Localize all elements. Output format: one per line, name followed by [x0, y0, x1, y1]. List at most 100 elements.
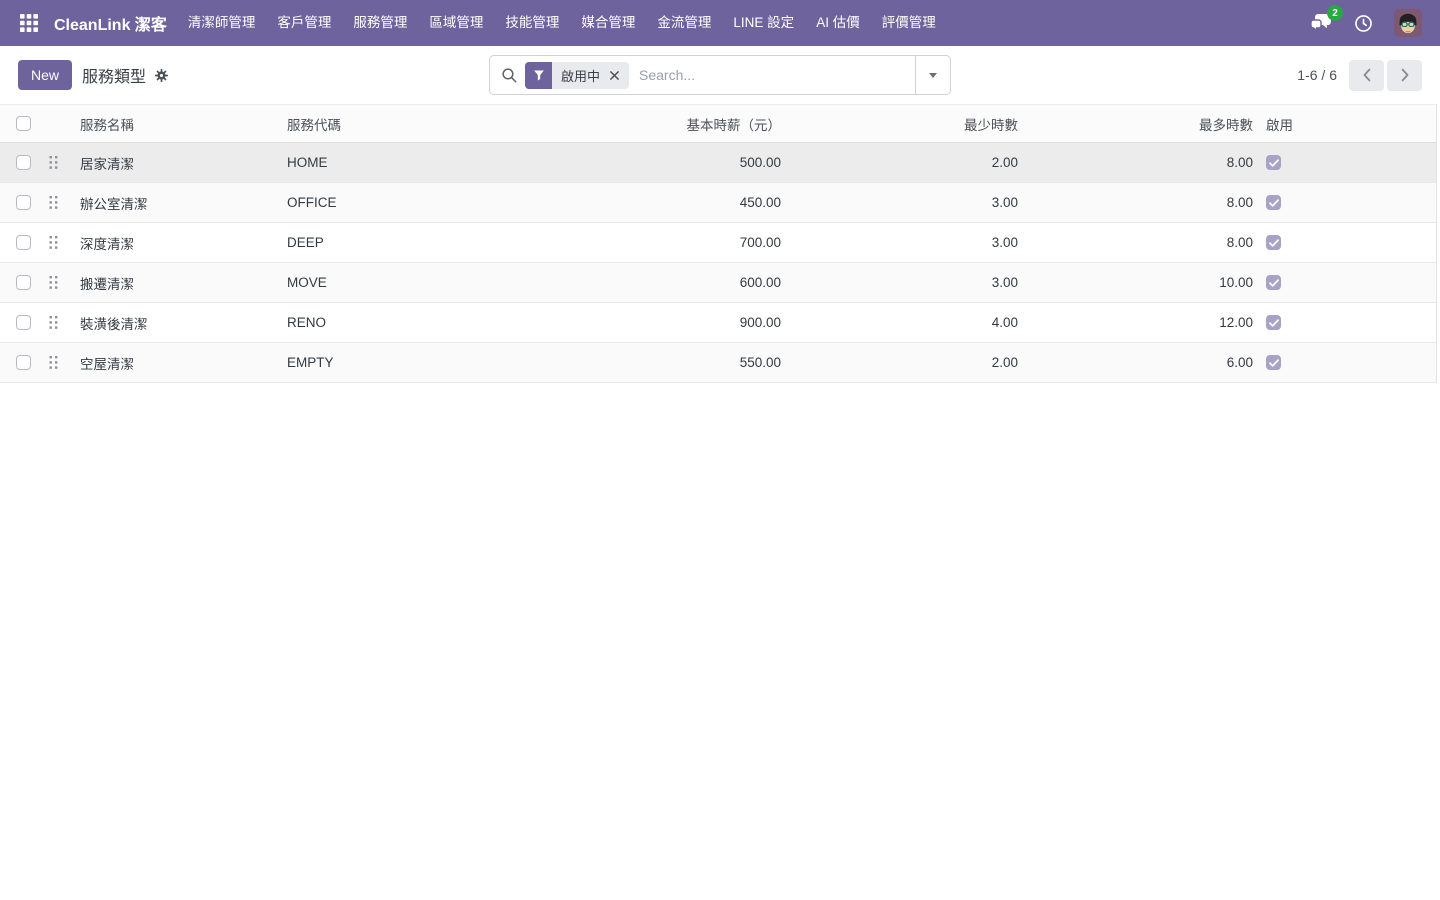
column-header-service-name[interactable]: 服務名稱	[76, 114, 283, 134]
facet-remove-icon[interactable]	[607, 62, 629, 89]
check-icon	[1269, 319, 1279, 327]
base-rate-cell: 500.00	[683, 155, 791, 170]
service-name-cell: 空屋清潔	[76, 353, 283, 373]
pager-range: 1-6 / 6	[1297, 67, 1337, 83]
row-checkbox[interactable]	[16, 315, 31, 330]
active-checkbox[interactable]	[1266, 235, 1281, 250]
table-row[interactable]: 空屋清潔 EMPTY 550.00 2.00 6.00	[0, 343, 1436, 383]
drag-handle-icon[interactable]	[48, 355, 59, 370]
min-hours-cell: 2.00	[791, 155, 1028, 170]
nav-item-9[interactable]: AI 估價	[805, 0, 871, 46]
nav-item-10[interactable]: 評價管理	[871, 0, 947, 46]
max-hours-cell: 8.00	[1028, 235, 1263, 250]
service-code-cell: DEEP	[283, 235, 683, 250]
column-header-active[interactable]: 啟用	[1263, 114, 1436, 134]
row-checkbox[interactable]	[16, 195, 31, 210]
service-name-cell: 居家清潔	[76, 153, 283, 173]
min-hours-cell: 3.00	[791, 275, 1028, 290]
nav-item-5[interactable]: 技能管理	[494, 0, 570, 46]
table-header-row: 服務名稱 服務代碼 基本時薪（元） 最少時數 最多時數 啟用	[0, 104, 1436, 143]
apps-grid-icon	[20, 14, 38, 32]
service-type-list: 服務名稱 服務代碼 基本時薪（元） 最少時數 最多時數 啟用 居家清潔 HOME…	[0, 104, 1437, 383]
drag-handle-icon[interactable]	[48, 195, 59, 210]
column-header-min-hours[interactable]: 最少時數	[791, 114, 1028, 134]
nav-item-2[interactable]: 客戶管理	[266, 0, 342, 46]
check-icon	[1269, 239, 1279, 247]
row-checkbox[interactable]	[16, 235, 31, 250]
base-rate-cell: 550.00	[683, 355, 791, 370]
apps-menu-button[interactable]	[14, 8, 44, 38]
pager-previous-button[interactable]	[1349, 60, 1384, 91]
nav-item-7[interactable]: 金流管理	[646, 0, 722, 46]
service-code-cell: EMPTY	[283, 355, 683, 370]
search-input[interactable]	[629, 67, 915, 83]
chevron-right-icon	[1400, 68, 1410, 82]
chevron-down-icon	[929, 73, 937, 78]
filter-facet: 啟用中	[525, 62, 629, 89]
search-icon	[490, 67, 525, 84]
avatar-image	[1394, 9, 1422, 37]
max-hours-cell: 6.00	[1028, 355, 1263, 370]
active-checkbox[interactable]	[1266, 315, 1281, 330]
nav-item-1[interactable]: 清潔師管理	[177, 0, 267, 46]
check-icon	[1269, 279, 1279, 287]
service-name-cell: 裝潢後清潔	[76, 313, 283, 333]
service-code-cell: MOVE	[283, 275, 683, 290]
nav-item-4[interactable]: 區域管理	[418, 0, 494, 46]
max-hours-cell: 8.00	[1028, 155, 1263, 170]
table-row[interactable]: 深度清潔 DEEP 700.00 3.00 8.00	[0, 223, 1436, 263]
nav-item-3[interactable]: 服務管理	[342, 0, 418, 46]
column-header-base-rate[interactable]: 基本時薪（元）	[683, 114, 791, 134]
nav-item-8[interactable]: LINE 設定	[722, 0, 805, 46]
messages-button[interactable]: 2	[1309, 12, 1333, 34]
table-row[interactable]: 搬遷清潔 MOVE 600.00 3.00 10.00	[0, 263, 1436, 303]
table-body: 居家清潔 HOME 500.00 2.00 8.00 辦公室清潔 OFFICE	[0, 143, 1436, 383]
column-header-max-hours[interactable]: 最多時數	[1028, 114, 1263, 134]
active-checkbox[interactable]	[1266, 195, 1281, 210]
new-button[interactable]: New	[18, 60, 72, 90]
base-rate-cell: 450.00	[683, 195, 791, 210]
select-all-checkbox[interactable]	[16, 116, 31, 131]
control-panel: New 服務類型	[0, 46, 1440, 104]
max-hours-cell: 12.00	[1028, 315, 1263, 330]
drag-handle-icon[interactable]	[48, 155, 59, 170]
activities-button[interactable]	[1353, 13, 1374, 34]
search-dropdown-toggle[interactable]	[915, 56, 950, 94]
active-checkbox[interactable]	[1266, 355, 1281, 370]
drag-handle-icon[interactable]	[48, 235, 59, 250]
column-header-service-code[interactable]: 服務代碼	[283, 114, 683, 134]
table-row[interactable]: 居家清潔 HOME 500.00 2.00 8.00	[0, 143, 1436, 183]
drag-handle-icon[interactable]	[48, 315, 59, 330]
max-hours-cell: 10.00	[1028, 275, 1263, 290]
brand[interactable]: CleanLink 潔客	[54, 11, 167, 35]
chevron-left-icon	[1362, 68, 1372, 82]
nav-item-6[interactable]: 媒合管理	[570, 0, 646, 46]
gear-icon[interactable]	[154, 68, 169, 83]
active-checkbox[interactable]	[1266, 275, 1281, 290]
service-code-cell: OFFICE	[283, 195, 683, 210]
max-hours-cell: 8.00	[1028, 195, 1263, 210]
drag-handle-icon[interactable]	[48, 275, 59, 290]
table-row[interactable]: 裝潢後清潔 RENO 900.00 4.00 12.00	[0, 303, 1436, 343]
check-icon	[1269, 359, 1279, 367]
top-navbar: CleanLink 潔客 清潔師管理客戶管理服務管理區域管理技能管理媒合管理金流…	[0, 0, 1440, 46]
pager-next-button[interactable]	[1387, 60, 1422, 91]
min-hours-cell: 4.00	[791, 315, 1028, 330]
filter-icon	[525, 62, 552, 89]
clock-icon	[1353, 13, 1374, 34]
service-code-cell: HOME	[283, 155, 683, 170]
base-rate-cell: 700.00	[683, 235, 791, 250]
service-name-cell: 深度清潔	[76, 233, 283, 253]
service-code-cell: RENO	[283, 315, 683, 330]
base-rate-cell: 600.00	[683, 275, 791, 290]
row-checkbox[interactable]	[16, 275, 31, 290]
min-hours-cell: 3.00	[791, 235, 1028, 250]
messages-badge: 2	[1327, 5, 1343, 21]
row-checkbox[interactable]	[16, 155, 31, 170]
table-row[interactable]: 辦公室清潔 OFFICE 450.00 3.00 8.00	[0, 183, 1436, 223]
active-checkbox[interactable]	[1266, 155, 1281, 170]
user-avatar[interactable]	[1394, 9, 1422, 37]
main-menu: 清潔師管理客戶管理服務管理區域管理技能管理媒合管理金流管理LINE 設定AI 估…	[177, 0, 947, 46]
facet-label: 啟用中	[552, 62, 607, 89]
row-checkbox[interactable]	[16, 355, 31, 370]
